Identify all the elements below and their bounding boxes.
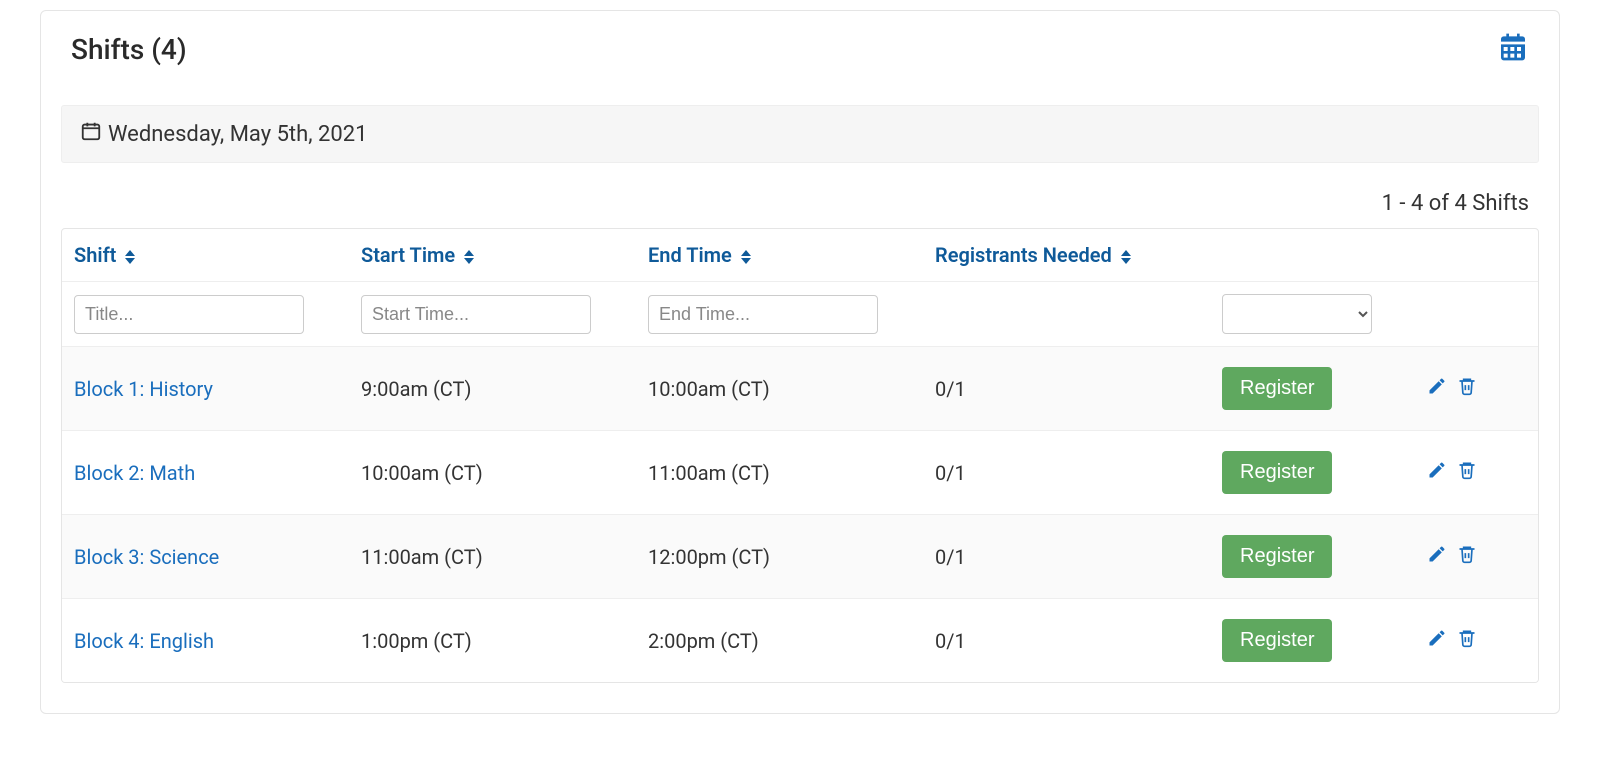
shifts-table: Shift Start Time End Time Registrants Ne… xyxy=(62,229,1538,682)
col-header-shift-label: Shift xyxy=(74,243,116,267)
shift-title-link[interactable]: Block 2: Math xyxy=(74,461,195,485)
cell-start-time: 1:00pm (CT) xyxy=(349,599,636,683)
edit-icon[interactable] xyxy=(1427,376,1447,401)
date-label: Wednesday, May 5th, 2021 xyxy=(108,122,368,147)
shift-title-link[interactable]: Block 4: English xyxy=(74,629,214,653)
results-summary: 1 - 4 of 4 Shifts xyxy=(41,163,1559,228)
col-header-action xyxy=(1210,229,1415,282)
delete-icon[interactable] xyxy=(1457,460,1477,485)
sort-icon xyxy=(1121,250,1131,264)
table-row: Block 2: Math 10:00am (CT)11:00am (CT)0/1… xyxy=(62,431,1538,515)
col-header-icons xyxy=(1415,229,1538,282)
cell-end-time: 11:00am (CT) xyxy=(636,431,923,515)
table-row: Block 1: History 9:00am (CT)10:00am (CT)0… xyxy=(62,347,1538,431)
sort-icon xyxy=(464,250,474,264)
sort-icon xyxy=(741,250,751,264)
register-button[interactable]: Register xyxy=(1222,451,1332,494)
edit-icon[interactable] xyxy=(1427,628,1447,653)
col-header-end[interactable]: End Time xyxy=(636,229,923,282)
sort-icon xyxy=(125,250,135,264)
cell-registrants: 0/1 xyxy=(923,599,1210,683)
panel-title: Shifts (4) xyxy=(71,33,187,66)
edit-icon[interactable] xyxy=(1427,460,1447,485)
table-row: Block 3: Science 11:00am (CT)12:00pm (CT)… xyxy=(62,515,1538,599)
filter-title-input[interactable] xyxy=(74,295,304,334)
col-header-registrants[interactable]: Registrants Needed xyxy=(923,229,1210,282)
panel-header: Shifts (4) xyxy=(41,11,1559,77)
register-button[interactable]: Register xyxy=(1222,535,1332,578)
edit-icon[interactable] xyxy=(1427,544,1447,569)
register-button[interactable]: Register xyxy=(1222,619,1332,662)
shifts-table-wrap: Shift Start Time End Time Registrants Ne… xyxy=(61,228,1539,683)
col-header-start-label: Start Time xyxy=(361,243,455,267)
cell-registrants: 0/1 xyxy=(923,347,1210,431)
col-header-start[interactable]: Start Time xyxy=(349,229,636,282)
table-row: Block 4: English 1:00pm (CT)2:00pm (CT)0/… xyxy=(62,599,1538,683)
cell-end-time: 2:00pm (CT) xyxy=(636,599,923,683)
cell-end-time: 10:00am (CT) xyxy=(636,347,923,431)
calendar-outline-icon xyxy=(80,120,102,148)
cell-registrants: 0/1 xyxy=(923,431,1210,515)
shift-title-link[interactable]: Block 3: Science xyxy=(74,545,219,569)
filter-status-select[interactable] xyxy=(1222,294,1372,334)
date-bar: Wednesday, May 5th, 2021 xyxy=(61,105,1539,163)
delete-icon[interactable] xyxy=(1457,544,1477,569)
delete-icon[interactable] xyxy=(1457,376,1477,401)
col-header-registrants-label: Registrants Needed xyxy=(935,243,1112,267)
cell-start-time: 9:00am (CT) xyxy=(349,347,636,431)
cell-registrants: 0/1 xyxy=(923,515,1210,599)
shift-title-link[interactable]: Block 1: History xyxy=(74,377,213,401)
cell-end-time: 12:00pm (CT) xyxy=(636,515,923,599)
delete-icon[interactable] xyxy=(1457,628,1477,653)
cell-start-time: 11:00am (CT) xyxy=(349,515,636,599)
register-button[interactable]: Register xyxy=(1222,367,1332,410)
filter-end-input[interactable] xyxy=(648,295,878,334)
cell-start-time: 10:00am (CT) xyxy=(349,431,636,515)
filter-start-input[interactable] xyxy=(361,295,591,334)
col-header-shift[interactable]: Shift xyxy=(62,229,349,282)
calendar-icon[interactable] xyxy=(1497,31,1529,67)
filter-row xyxy=(62,282,1538,347)
col-header-end-label: End Time xyxy=(648,243,732,267)
shifts-panel: Shifts (4) Wednesday, May 5th, 2021 1 - … xyxy=(40,10,1560,714)
